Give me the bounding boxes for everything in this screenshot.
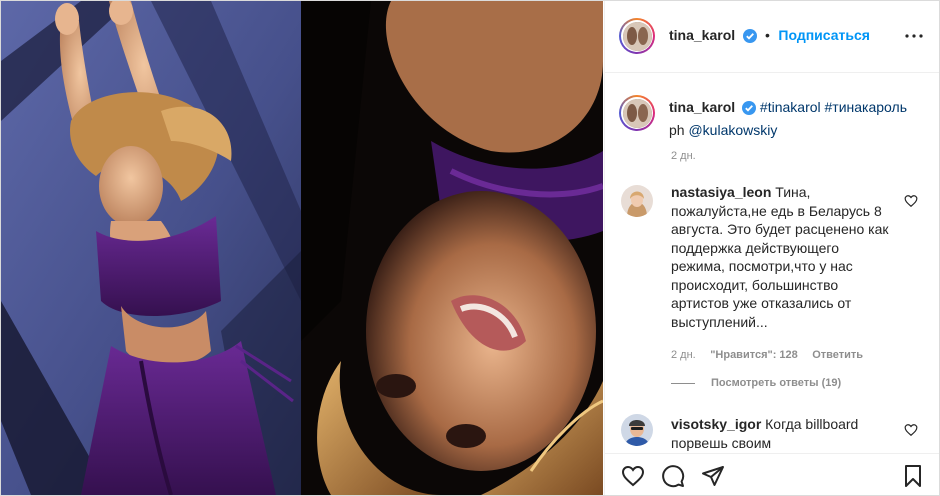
comment-like-heart-icon[interactable]	[904, 423, 918, 437]
comment-line: выступлений...	[671, 313, 768, 330]
post-media[interactable]	[1, 1, 603, 495]
comment-line: Тина,	[775, 184, 811, 200]
bookmark-icon[interactable]	[901, 464, 925, 488]
caption-avatar[interactable]	[619, 95, 655, 131]
view-replies-button[interactable]: Посмотреть ответы (19)	[671, 377, 841, 389]
commenter-avatar[interactable]	[621, 414, 653, 446]
comment-text: visotsky_igor Когда billboard порвешь св…	[671, 415, 901, 452]
comment-line: происходит, большинство	[671, 276, 839, 293]
comment-line: августа. Это будет расценено как	[671, 221, 889, 237]
paper-plane-icon[interactable]	[701, 464, 725, 488]
hashtag-link[interactable]: #тинакароль	[825, 99, 907, 115]
caption-timestamp[interactable]: 2 дн.	[671, 150, 696, 162]
verified-badge-icon	[742, 100, 757, 120]
comment-text: nastasiya_leon Тина, пожалуйста,не едь в…	[671, 183, 901, 331]
heart-icon[interactable]	[621, 464, 645, 488]
comment-username[interactable]: visotsky_igor	[671, 416, 761, 432]
view-replies-label: Посмотреть ответы (19)	[711, 377, 842, 389]
comment-timestamp[interactable]: 2 дн.	[671, 349, 696, 361]
comment-line: Когда billboard	[765, 416, 859, 432]
avatar-image	[622, 21, 652, 51]
author-avatar[interactable]	[619, 18, 655, 54]
replies-divider-line	[671, 382, 695, 384]
caption-avatar-image	[622, 98, 652, 128]
comment-line: порвешь своим	[671, 434, 772, 451]
post-action-bar	[605, 453, 939, 495]
comment-line: режима, посмотри,что у нас	[671, 258, 853, 274]
caption-credit: ph	[669, 122, 689, 138]
reply-button[interactable]: Ответить	[812, 349, 863, 361]
author-username[interactable]: tina_karol	[669, 27, 735, 43]
comment-line: пожалуйста,не едь в Беларусь 8	[671, 202, 882, 219]
verified-badge-icon	[742, 29, 757, 48]
comment-likes-count[interactable]: "Нравится": 128	[710, 349, 798, 361]
comment-meta-row: 2 дн. "Нравится": 128 Ответить	[671, 345, 863, 363]
hashtag-link[interactable]: #tinakarol	[760, 99, 821, 115]
follow-button[interactable]: Подписаться	[778, 27, 870, 43]
photo-dancer-blue-wall	[1, 1, 301, 495]
commenter-avatar[interactable]	[621, 185, 653, 217]
caption-text: tina_karol #tinakarol #тинакароль ph @ku…	[669, 97, 929, 140]
comment-like-heart-icon[interactable]	[904, 194, 918, 208]
comment-line: поддержка действующего	[671, 239, 839, 256]
caption-username[interactable]: tina_karol	[669, 99, 735, 115]
post-side-panel: tina_karol • Подписаться tina_karol #tin…	[604, 1, 939, 495]
separator-dot: •	[765, 27, 770, 43]
comment-line: артистов уже отказались от	[671, 295, 852, 311]
post-header: tina_karol • Подписаться	[605, 1, 939, 73]
comment-bubble-icon[interactable]	[661, 464, 685, 488]
more-options-icon[interactable]	[902, 26, 926, 46]
post-dialog: tina_karol • Подписаться tina_karol #tin…	[0, 0, 940, 496]
mention-link[interactable]: @kulakowskiy	[688, 122, 777, 138]
photo-face-closeup	[301, 1, 603, 495]
comment-username[interactable]: nastasiya_leon	[671, 184, 771, 200]
